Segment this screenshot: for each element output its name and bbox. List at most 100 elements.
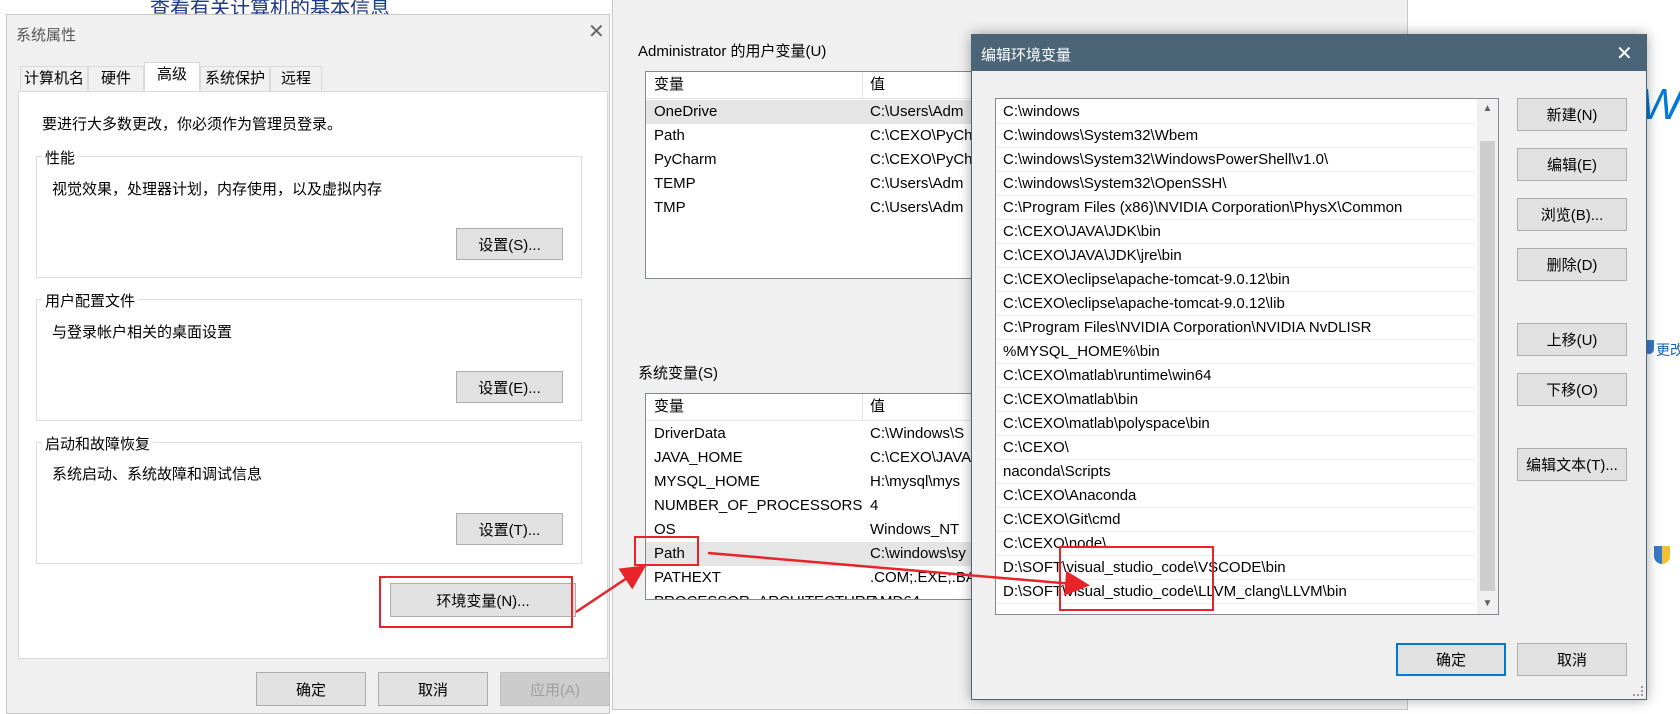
table-row[interactable]: JAVA_HOME C:\CEXO\JAVA	[646, 446, 974, 470]
new-paths-highlight	[1059, 546, 1214, 611]
user-profile-settings-button[interactable]: 设置(E)...	[456, 371, 563, 403]
table-row[interactable]: PyCharm C:\CEXO\PyCh	[646, 148, 974, 172]
sys-var-value: AMD64	[870, 590, 920, 599]
startup-recovery-group	[36, 442, 582, 564]
list-item[interactable]: C:\CEXO\eclipse\apache-tomcat-9.0.12\bin	[996, 268, 1475, 292]
scrollbar-thumb[interactable]	[1480, 141, 1495, 591]
list-item[interactable]: C:\windows\System32\OpenSSH\	[996, 172, 1475, 196]
user-var-value: C:\Users\Adm	[870, 103, 964, 120]
list-item[interactable]: C:\CEXO\	[996, 436, 1475, 460]
edit-text-button[interactable]: 编辑文本(T)...	[1517, 448, 1627, 481]
sys-var-name: PROCESSOR_ARCHITECTURE	[654, 590, 876, 599]
close-icon[interactable]: ✕	[1616, 41, 1633, 66]
sys-var-value: C:\CEXO\JAVA	[870, 449, 972, 466]
user-variables-list[interactable]: 变量 值 OneDrive C:\Users\Adm Path C:\CEXO\…	[645, 71, 975, 279]
chevron-down-icon[interactable]: ▼	[1477, 594, 1498, 614]
table-row[interactable]: NUMBER_OF_PROCESSORS 4	[646, 494, 974, 518]
admin-note: 要进行大多数更改，你必须作为管理员登录。	[42, 116, 343, 133]
list-item[interactable]: C:\CEXO\Git\cmd	[996, 508, 1475, 532]
sysprops-close-icon[interactable]: ✕	[588, 22, 608, 42]
user-var-name: Path	[654, 127, 685, 144]
startup-recovery-group-title: 启动和故障恢复	[42, 433, 154, 454]
user-var-name: TEMP	[654, 175, 696, 192]
sys-var-value: H:\mysql\mys	[870, 473, 960, 490]
sys-var-value: .COM;.EXE;.BA	[870, 569, 975, 586]
sysprops-ok-button[interactable]: 确定	[256, 672, 366, 706]
sys-var-value: C:\Windows\S	[870, 425, 965, 442]
browse-button[interactable]: 浏览(B)...	[1517, 198, 1627, 231]
table-row[interactable]: Path C:\CEXO\PyCh	[646, 124, 974, 148]
sys-col-variable[interactable]: 变量	[654, 394, 684, 420]
list-item[interactable]: C:\Program Files (x86)\NVIDIA Corporatio…	[996, 196, 1475, 220]
delete-button[interactable]: 删除(D)	[1517, 248, 1627, 281]
move-down-button[interactable]: 下移(O)	[1517, 373, 1627, 406]
sys-var-name: PATHEXT	[654, 569, 721, 586]
table-row[interactable]: PATHEXT .COM;.EXE;.BA	[646, 566, 974, 590]
scrollbar[interactable]: ▲ ▼	[1477, 99, 1498, 614]
performance-settings-button[interactable]: 设置(S)...	[456, 228, 563, 260]
user-var-name: TMP	[654, 199, 686, 216]
list-item[interactable]: C:\CEXO\matlab\bin	[996, 388, 1475, 412]
user-var-value: C:\CEXO\PyCh	[870, 151, 973, 168]
user-col-value[interactable]: 值	[870, 72, 885, 98]
chevron-up-icon[interactable]: ▲	[1477, 99, 1498, 119]
startup-recovery-settings-button[interactable]: 设置(T)...	[456, 513, 563, 545]
tab-advanced[interactable]: 高级	[144, 62, 200, 92]
user-variables-title: Administrator 的用户变量(U)	[638, 43, 827, 60]
sys-var-name: NUMBER_OF_PROCESSORS	[654, 497, 863, 514]
list-item[interactable]: naconda\Scripts	[996, 460, 1475, 484]
performance-desc: 视觉效果，处理器计划，内存使用，以及虚拟内存	[52, 181, 383, 198]
path-variable-highlight	[634, 536, 699, 566]
change-link[interactable]: 更改	[1656, 340, 1680, 360]
user-var-value: C:\Users\Adm	[870, 175, 964, 192]
tab-computer-name[interactable]: 计算机名	[20, 66, 88, 92]
list-item[interactable]: C:\CEXO\eclipse\apache-tomcat-9.0.12\lib	[996, 292, 1475, 316]
sysprops-cancel-button[interactable]: 取消	[378, 672, 488, 706]
list-item[interactable]: C:\windows	[996, 100, 1475, 124]
edit-env-cancel-button[interactable]: 取消	[1517, 643, 1627, 676]
sys-var-name: DriverData	[654, 425, 726, 442]
list-item[interactable]: C:\CEXO\JAVA\JDK\jre\bin	[996, 244, 1475, 268]
sys-var-value: C:\windows\sy	[870, 545, 966, 562]
sys-var-value: Windows_NT	[870, 521, 960, 538]
performance-group-title: 性能	[42, 147, 79, 168]
list-item[interactable]: C:\CEXO\matlab\runtime\win64	[996, 364, 1475, 388]
table-row[interactable]: TEMP C:\Users\Adm	[646, 172, 974, 196]
user-profile-desc: 与登录帐户相关的桌面设置	[52, 324, 233, 341]
edit-button[interactable]: 编辑(E)	[1517, 148, 1627, 181]
tab-hardware[interactable]: 硬件	[88, 66, 144, 92]
resize-grip-icon[interactable]	[1633, 686, 1643, 696]
table-row[interactable]: PROCESSOR_ARCHITECTURE AMD64	[646, 590, 974, 599]
user-var-value: C:\CEXO\PyCh	[870, 127, 973, 144]
move-up-button[interactable]: 上移(U)	[1517, 323, 1627, 356]
new-button[interactable]: 新建(N)	[1517, 98, 1627, 131]
tab-system-protection[interactable]: 系统保护	[200, 66, 270, 92]
system-variables-list[interactable]: 变量 值 DriverData C:\Windows\S JAVA_HOME C…	[645, 393, 975, 600]
table-row[interactable]: MYSQL_HOME H:\mysql\mys	[646, 470, 974, 494]
table-row[interactable]: TMP C:\Users\Adm	[646, 196, 974, 220]
startup-recovery-desc: 系统启动、系统故障和调试信息	[52, 466, 263, 483]
shield-icon	[1654, 546, 1670, 564]
system-variables-title: 系统变量(S)	[638, 365, 718, 382]
tab-remote[interactable]: 远程	[270, 66, 322, 92]
list-item[interactable]: C:\Program Files\NVIDIA Corporation\NVID…	[996, 316, 1475, 340]
list-item[interactable]: C:\CEXO\Anaconda	[996, 484, 1475, 508]
list-item[interactable]: C:\windows\System32\Wbem	[996, 124, 1475, 148]
path-list[interactable]: C:\windows C:\windows\System32\Wbem C:\win…	[995, 98, 1499, 615]
edit-env-ok-button[interactable]: 确定	[1396, 643, 1506, 676]
user-col-variable[interactable]: 变量	[654, 72, 684, 98]
list-item[interactable]: C:\CEXO\matlab\polyspace\bin	[996, 412, 1475, 436]
user-var-name: OneDrive	[654, 103, 718, 120]
table-row[interactable]: OneDrive C:\Users\Adm	[646, 100, 974, 124]
list-item[interactable]: %MYSQL_HOME%\bin	[996, 340, 1475, 364]
sysprops-title: 系统属性	[16, 27, 77, 44]
edit-env-titlebar	[972, 35, 1646, 71]
user-var-name: PyCharm	[654, 151, 717, 168]
sys-var-name: JAVA_HOME	[654, 449, 743, 466]
sys-col-value[interactable]: 值	[870, 394, 885, 420]
list-item[interactable]: C:\windows\System32\WindowsPowerShell\v1…	[996, 148, 1475, 172]
table-row[interactable]: DriverData C:\Windows\S	[646, 422, 974, 446]
user-profile-group-title: 用户配置文件	[42, 290, 139, 311]
list-item[interactable]: C:\CEXO\JAVA\JDK\bin	[996, 220, 1475, 244]
sysprops-apply-button[interactable]: 应用(A)	[500, 672, 610, 706]
